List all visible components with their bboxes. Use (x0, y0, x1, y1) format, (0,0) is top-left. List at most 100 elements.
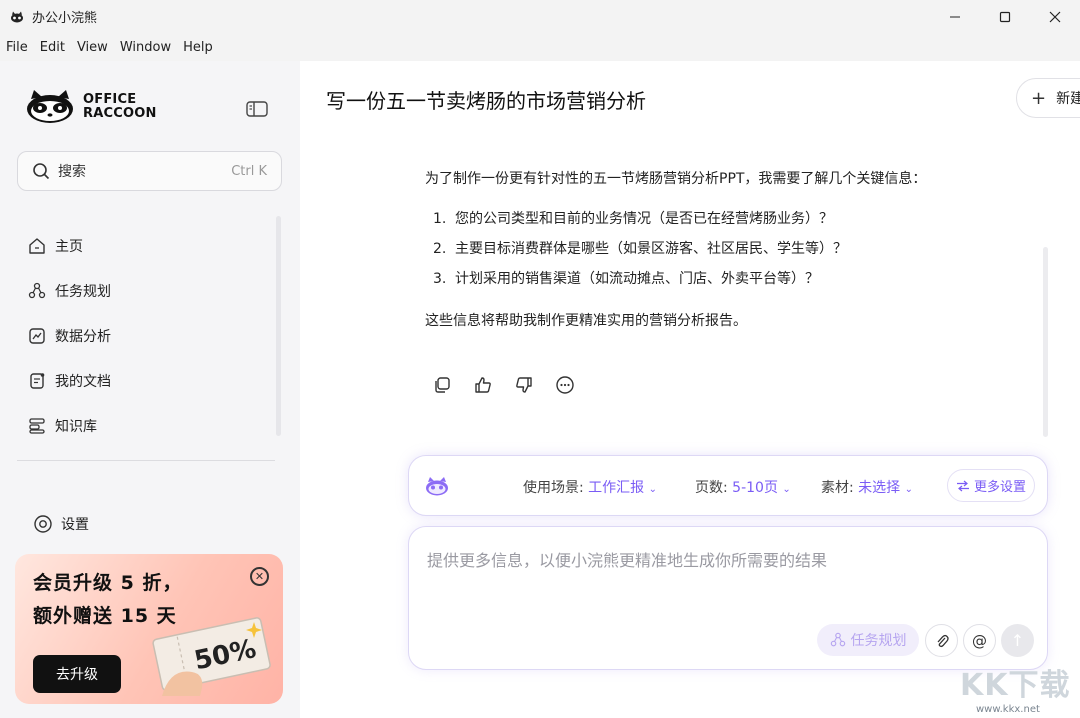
sidebar-item-label: 知识库 (55, 418, 97, 435)
minimize-icon (950, 16, 960, 17)
generation-options-bar: 使用场景: 工作汇报 ⌄ 页数: 5-10页 ⌄ 素材: 未选择 ⌄ 更多设置 (408, 455, 1048, 516)
menu-view[interactable]: View (77, 40, 108, 55)
search-shortcut: Ctrl K (231, 163, 267, 179)
promo-banner: 会员升级 5 折， 额外赠送 15 天 ✕ 50% 去升级 (15, 554, 283, 704)
search-label: 搜索 (58, 164, 86, 180)
prompt-input-box[interactable]: 提供更多信息，以便小浣熊更精准地生成你所需要的结果 任务规划 @ ↑ (408, 526, 1048, 670)
scene-label: 使用场景: (523, 480, 584, 496)
sidebar-item-knowledge-base[interactable]: 知识库 (27, 403, 111, 448)
site-watermark: KK下载 www.kkx.net (960, 660, 1080, 718)
scene-option[interactable]: 使用场景: 工作汇报 ⌄ (523, 477, 657, 497)
task-plan-chip-label: 任务规划 (850, 633, 907, 649)
pages-label: 页数: (695, 480, 728, 496)
raccoon-logo-icon (27, 90, 73, 123)
logo-line1: OFFICE (83, 92, 137, 107)
chevron-down-icon: ⌄ (782, 484, 791, 495)
list-item-text: 计划采用的销售渠道（如流动摊点、门店、外卖平台等）？ (455, 271, 819, 287)
raccoon-app-icon (11, 11, 23, 22)
question-list: 1. 您的公司类型和目前的业务情况（是否已在经营烤肠业务）？ 2. 主要目标消费群体… (425, 204, 945, 294)
more-icon[interactable] (555, 375, 575, 395)
attach-button[interactable] (925, 624, 958, 657)
mention-button[interactable]: @ (963, 624, 996, 657)
chevron-down-icon: ⌄ (904, 484, 914, 495)
chevron-down-icon: ⌄ (648, 484, 658, 495)
settings-icon (34, 515, 52, 533)
search-icon (33, 163, 50, 180)
arrow-up-icon: ↑ (1010, 631, 1025, 650)
watermark-logo: KK下载 (960, 668, 1071, 703)
minimize-button[interactable] (930, 0, 980, 33)
sidebar-item-label: 我的文档 (55, 373, 111, 390)
prompt-placeholder: 提供更多信息，以便小浣熊更精准地生成你所需要的结果 (427, 551, 828, 570)
send-button[interactable]: ↑ (1001, 624, 1034, 657)
home-icon (29, 237, 45, 254)
material-option[interactable]: 素材: 未选择 ⌄ (821, 477, 913, 497)
main-scrollbar[interactable] (1043, 247, 1048, 437)
task-plan-chip[interactable]: 任务规划 (817, 624, 919, 656)
material-value: 未选择 (858, 480, 901, 496)
upgrade-button[interactable]: 去升级 (33, 655, 121, 693)
new-chat-button[interactable]: + 新建 (1016, 78, 1080, 118)
sidebar-item-data-analysis[interactable]: 数据分析 (27, 313, 111, 358)
thumbs-up-icon[interactable] (473, 375, 493, 395)
message-outro: 这些信息将帮助我制作更精准实用的营销分析报告。 (425, 313, 747, 329)
sidebar-item-task-plan[interactable]: 任务规划 (27, 268, 111, 313)
settings-label: 设置 (61, 517, 89, 533)
list-item-text: 您的公司类型和目前的业务情况（是否已在经营烤肠业务）？ (455, 211, 833, 227)
list-item-text: 主要目标消费群体是哪些（如景区游客、社区居民、学生等）？ (455, 241, 847, 257)
menu-edit[interactable]: Edit (40, 40, 65, 55)
settings-item[interactable]: 设置 (33, 514, 89, 534)
swap-icon (956, 480, 969, 491)
conversation-title: 写一份五一节卖烤肠的市场营销分析 (326, 89, 646, 113)
list-item: 1. 您的公司类型和目前的业务情况（是否已在经营烤肠业务）？ (433, 211, 833, 227)
thumbs-down-icon[interactable] (514, 375, 534, 395)
discount-ticket-icon: 50% (152, 617, 271, 696)
message-actions (432, 375, 596, 395)
close-icon (1049, 11, 1061, 22)
search-box[interactable]: 搜索 Ctrl K (17, 151, 282, 191)
menu-window[interactable]: Window (120, 40, 171, 55)
pages-value: 5-10页 (732, 480, 778, 496)
knowledge-base-icon (29, 417, 45, 434)
sidebar-nav: 主页 任务规划 数据分析 我的文档 知识库 (27, 223, 111, 448)
close-icon: ✕ (254, 570, 265, 583)
sidebar-item-label: 任务规划 (55, 283, 111, 300)
more-settings-button[interactable]: 更多设置 (947, 469, 1035, 502)
material-label: 素材: (821, 480, 854, 496)
sidebar-item-home[interactable]: 主页 (27, 223, 111, 268)
menu-file[interactable]: File (6, 40, 28, 55)
watermark-url: www.kkx.net (976, 704, 1040, 715)
sidebar-divider (17, 460, 275, 461)
at-icon: @ (972, 631, 987, 650)
maximize-button[interactable] (980, 0, 1030, 33)
menu-bar: File Edit View Window Help (0, 33, 1080, 61)
list-item: 3. 计划采用的销售渠道（如流动摊点、门店、外卖平台等）？ (433, 271, 819, 287)
promo-close-button[interactable]: ✕ (250, 567, 269, 586)
promo-line1: 会员升级 5 折， (33, 572, 183, 594)
maximize-icon (999, 11, 1011, 22)
menu-help[interactable]: Help (183, 40, 213, 55)
close-window-button[interactable] (1030, 0, 1080, 33)
copy-icon[interactable] (432, 375, 452, 395)
sidebar-item-label: 主页 (55, 238, 83, 255)
sidebar-collapse-icon[interactable] (246, 101, 268, 117)
window-title: 办公小浣熊 (32, 11, 98, 26)
sidebar-scrollbar[interactable] (276, 216, 281, 436)
title-bar: 办公小浣熊 (0, 0, 1080, 33)
plus-icon: + (1031, 87, 1047, 109)
message-intro: 为了制作一份更有针对性的五一节烤肠营销分析PPT，我需要了解几个关键信息： (425, 171, 927, 187)
task-plan-icon (28, 282, 46, 298)
new-chat-label: 新建 (1056, 91, 1080, 107)
list-item: 2. 主要目标消费群体是哪些（如景区游客、社区居民、学生等）？ (433, 241, 847, 257)
sidebar-item-my-docs[interactable]: 我的文档 (27, 358, 111, 403)
pages-option[interactable]: 页数: 5-10页 ⌄ (695, 477, 791, 497)
logo-line2: RACCOON (83, 106, 157, 121)
sidebar-item-label: 数据分析 (55, 328, 111, 345)
paperclip-icon (937, 634, 949, 647)
app-logo: OFFICE RACCOON (25, 89, 157, 125)
chart-icon (29, 327, 45, 344)
scene-value: 工作汇报 (588, 480, 645, 496)
task-plan-icon (830, 632, 845, 647)
document-icon (30, 372, 45, 389)
raccoon-mascot-icon (426, 477, 448, 496)
